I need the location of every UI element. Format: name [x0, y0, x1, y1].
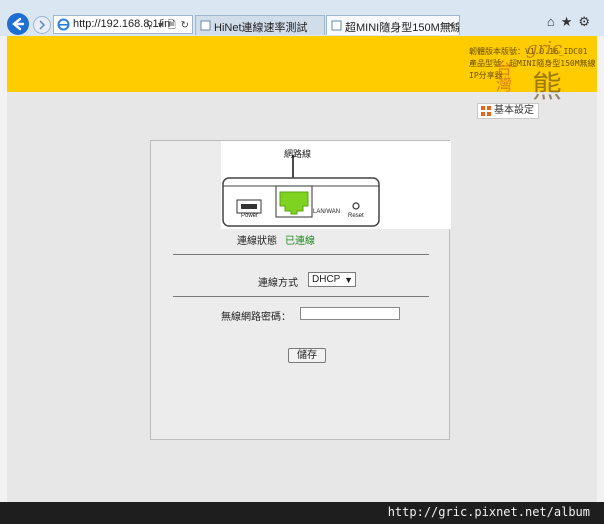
ie-logo-icon — [57, 18, 70, 31]
tab-hinet[interactable]: HiNet連線速率測試 — [195, 15, 325, 35]
page-icon — [200, 20, 211, 31]
toolbar-icons: ⌂★⚙ — [547, 14, 596, 30]
watermark-text: gric — [526, 38, 562, 59]
basic-settings-button[interactable]: 基本設定 — [477, 103, 539, 119]
wifi-password-label: 無線網路密碼： — [221, 312, 291, 323]
status-label: 連線狀態 — [237, 236, 277, 247]
caption-bar: http://gric.pixnet.net/album — [0, 502, 604, 524]
divider — [173, 296, 429, 297]
window-edge — [597, 36, 604, 502]
caption-text: http://gric.pixnet.net/album — [387, 505, 590, 519]
divider — [173, 254, 429, 255]
arrow-right-icon — [39, 20, 46, 30]
watermark-logo: gric 台 灣 熊 — [480, 36, 578, 105]
home-icon[interactable]: ⌂ — [547, 14, 561, 29]
tab-title: HiNet連線速率測試 — [214, 22, 308, 34]
watermark-text: 熊 — [532, 70, 562, 105]
address-bar[interactable]: http://192.168.8.1/in ⚲ ▾ 🗎 ↻ — [53, 15, 193, 34]
back-button[interactable] — [7, 13, 29, 35]
tab-title: 超MINI隨身型150M無線IP... — [345, 22, 460, 34]
lanwan-label: LAN/WAN — [313, 209, 341, 215]
arrow-left-icon — [12, 17, 25, 31]
power-label: Power — [241, 213, 259, 219]
connection-type-label: 連線方式 — [258, 278, 298, 289]
tab-router[interactable]: 超MINI隨身型150M無線IP... × — [326, 15, 460, 35]
page-icon — [331, 20, 342, 31]
close-tab-icon[interactable]: × — [447, 18, 454, 32]
forward-button[interactable] — [33, 16, 51, 34]
address-controls[interactable]: ⚲ ▾ 🗎 ↻ — [146, 18, 190, 35]
cable-label: 網路線 — [284, 149, 312, 159]
window-edge — [0, 36, 7, 502]
star-icon[interactable]: ★ — [561, 14, 579, 29]
watermark-text: 台 灣 — [496, 61, 513, 94]
gear-icon[interactable]: ⚙ — [578, 14, 596, 29]
router-diagram: 網路線 Power LAN/WAN Reset — [221, 141, 451, 229]
status-value: 已連線 — [285, 236, 315, 247]
save-button[interactable]: 儲存 — [288, 348, 326, 363]
basic-settings-label: 基本設定 — [494, 105, 534, 116]
wifi-password-input[interactable] — [300, 307, 400, 320]
browser-chrome: http://192.168.8.1/in ⚲ ▾ 🗎 ↻ HiNet連線速率測… — [0, 0, 604, 37]
settings-grid-icon — [481, 106, 491, 116]
main-panel: 網路線 Power LAN/WAN Reset 連線狀態 已連線 連線方式 DH… — [150, 140, 451, 440]
connection-type-select[interactable]: DHCP ▼ — [308, 272, 356, 287]
chevron-down-icon: ▼ — [344, 275, 353, 285]
connection-type-value: DHCP — [312, 274, 341, 285]
reset-label: Reset — [348, 213, 364, 219]
